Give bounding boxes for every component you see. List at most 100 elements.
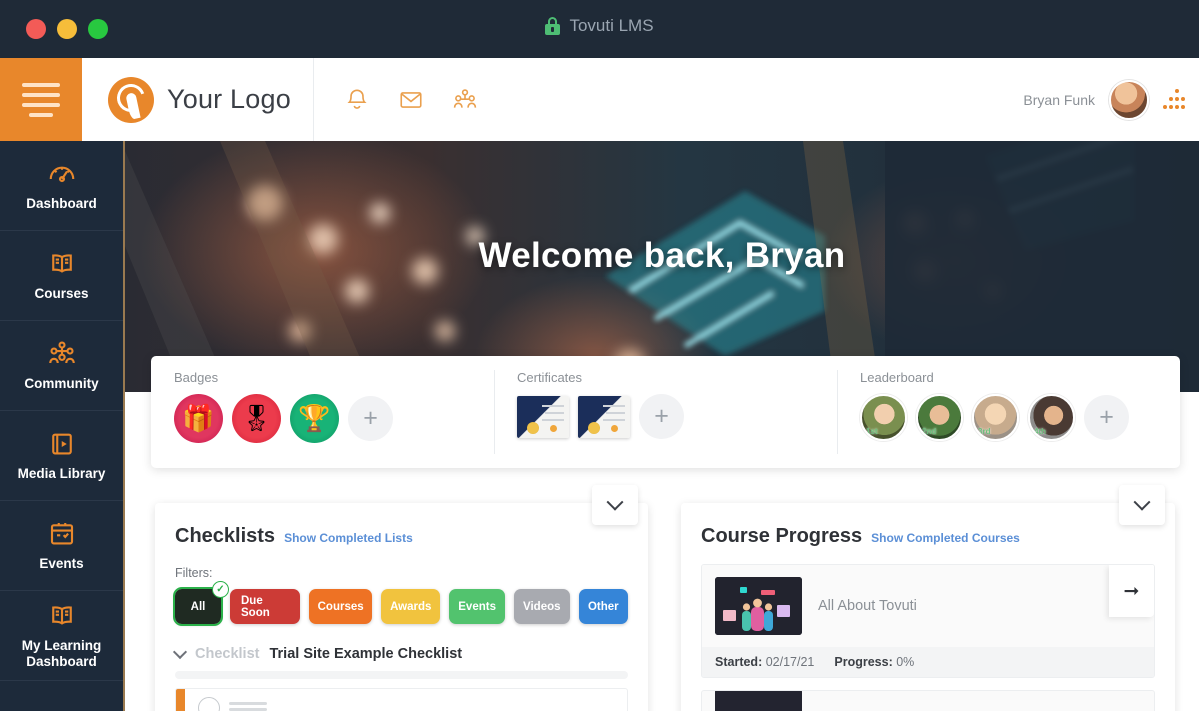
leaderboard-avatar-1[interactable]: 1st	[860, 394, 907, 441]
certificates-section: Certificates +	[494, 356, 837, 468]
app-window: Tovuti LMS Your Logo Bryan Funk Dashboar…	[0, 0, 1199, 711]
add-certificate-button[interactable]: +	[639, 394, 684, 439]
hero-banner: Welcome back, Bryan	[125, 141, 1199, 392]
course-meta: Started: 02/17/21 Progress: 0%	[702, 647, 1154, 677]
badges-title: Badges	[174, 370, 219, 385]
sidebar-item-label: Media Library	[17, 465, 106, 481]
sidebar-item-courses[interactable]: Courses	[0, 231, 123, 321]
course-progress-value: 0%	[896, 655, 915, 669]
leaderboard-avatar-3[interactable]: 3rd	[972, 394, 1019, 441]
sidebar-item-my-learning-dashboard[interactable]: My Learning Dashboard	[0, 591, 123, 681]
filter-chip-due-soon[interactable]: Due Soon	[230, 589, 301, 624]
brand-logo[interactable]: Your Logo	[82, 58, 314, 141]
filter-chip-label: Courses	[317, 600, 364, 613]
sidebar-item-dashboard[interactable]: Dashboard	[0, 141, 123, 231]
header-icon-group	[314, 58, 478, 141]
sidebar-item-label: My Learning Dashboard	[21, 637, 102, 669]
chevron-down-icon	[1133, 493, 1151, 511]
arrow-right-icon[interactable]: ➞	[1109, 565, 1154, 617]
chevron-down-icon[interactable]	[172, 644, 188, 660]
trophy-badge[interactable]: 🏆	[290, 394, 339, 443]
sidebar-item-community[interactable]: Community	[0, 321, 123, 411]
lock-icon	[545, 17, 561, 35]
leaderboard-section: Leaderboard 1st 2nd 3rd 4th +	[837, 356, 1180, 468]
community-people-icon	[47, 339, 77, 369]
course-progress-panel: Course Progress Show Completed Courses A…	[681, 485, 1175, 711]
checklists-header: Checklists Show Completed Lists	[175, 525, 628, 548]
certificate-thumbnail[interactable]	[517, 395, 569, 438]
brand-logo-icon	[108, 76, 154, 123]
task-color-bar	[176, 689, 185, 711]
checklist-row[interactable]: Checklist Trial Site Example Checklist	[172, 644, 628, 662]
certificate-thumbnail[interactable]	[578, 395, 630, 438]
dashboard-gauge-icon	[47, 159, 77, 189]
checklist-name: Trial Site Example Checklist	[269, 646, 463, 662]
course-started-label: Started:	[715, 655, 763, 669]
course-thumbnail	[715, 577, 802, 635]
medal-badge[interactable]: 🎖	[232, 394, 281, 443]
course-name: All About Tovuti	[818, 598, 917, 614]
browser-title: Tovuti LMS	[0, 16, 1199, 36]
task-checkbox-icon[interactable]	[198, 697, 220, 711]
task-placeholder-lines	[229, 702, 267, 711]
app-header: Your Logo Bryan Funk	[0, 58, 1199, 141]
sidebar-item-label: Community	[24, 375, 99, 391]
leaderboard-rank: 4th	[1034, 427, 1046, 436]
page-title: Checklists	[175, 525, 276, 547]
page-title: Course Progress	[701, 525, 863, 547]
add-badge-button[interactable]: +	[348, 396, 393, 441]
leaderboard-title: Leaderboard	[860, 370, 934, 385]
course-progress-collapse-button[interactable]	[1119, 485, 1165, 525]
checklist-task-item[interactable]	[175, 688, 628, 711]
leaderboard-avatar-4[interactable]: 4th	[1028, 394, 1075, 441]
course-progress-label: Progress:	[834, 655, 893, 669]
course-started-value: 02/17/21	[765, 655, 815, 669]
badges-section: Badges 🎁 🎖 🏆 +	[151, 356, 494, 468]
chevron-down-icon	[606, 493, 624, 511]
notifications-bell-icon[interactable]	[344, 87, 370, 113]
username-label: Bryan Funk	[1023, 91, 1095, 108]
groups-people-icon[interactable]	[452, 87, 478, 113]
course-thumbnail	[715, 691, 802, 711]
course-progress-header: Course Progress Show Completed Courses	[701, 525, 1155, 548]
checklists-collapse-button[interactable]	[592, 485, 638, 525]
checklist-filter-chips: All ✓ Due Soon Courses Awards Events Vid…	[173, 581, 628, 626]
filter-chip-label: Due Soon	[241, 594, 270, 619]
filter-chip-label: All	[190, 600, 206, 613]
filter-chip-label: Other	[587, 600, 619, 613]
hero-title: Welcome back, Bryan	[478, 236, 846, 275]
add-leaderboard-button[interactable]: +	[1084, 395, 1129, 440]
course-row[interactable]	[701, 690, 1155, 711]
sidebar-item-media-library[interactable]: Media Library	[0, 411, 123, 501]
sidebar-item-label: Courses	[34, 285, 89, 301]
filter-chip-all[interactable]: All ✓	[173, 581, 229, 626]
show-completed-lists-link[interactable]: Show Completed Lists	[284, 531, 413, 545]
apps-grid-icon[interactable]	[1163, 88, 1185, 111]
header-user-area: Bryan Funk	[1023, 58, 1199, 141]
calendar-check-icon	[47, 519, 77, 549]
gift-badge[interactable]: 🎁	[174, 394, 223, 443]
hamburger-menu-icon[interactable]	[0, 58, 82, 141]
filter-chip-awards[interactable]: Awards	[381, 589, 441, 624]
leaderboard-avatar-2[interactable]: 2nd	[916, 394, 963, 441]
filter-chip-label: Events	[458, 600, 496, 613]
filter-chip-label: Awards	[390, 600, 432, 613]
open-book-icon	[47, 601, 77, 631]
sidebar-item-label: Events	[39, 555, 84, 571]
open-book-icon	[47, 249, 77, 279]
filter-chip-other[interactable]: Other	[578, 589, 628, 624]
sidebar-item-events[interactable]: Events	[0, 501, 123, 591]
user-avatar[interactable]	[1109, 79, 1149, 120]
filter-chip-events[interactable]: Events	[449, 589, 505, 624]
leaderboard-rank: 1st	[866, 427, 878, 436]
filter-chip-courses[interactable]: Courses	[309, 589, 373, 624]
browser-title-text: Tovuti LMS	[569, 16, 654, 35]
course-row[interactable]: All About Tovuti Started: 02/17/21 Progr…	[701, 564, 1155, 678]
filters-label: Filters:	[175, 566, 213, 580]
leaderboard-rank: 2nd	[922, 427, 937, 436]
messages-envelope-icon[interactable]	[398, 87, 424, 113]
filter-chip-videos[interactable]: Videos	[513, 589, 570, 624]
checklists-panel: Checklists Show Completed Lists Filters:…	[155, 485, 648, 711]
logo-text: Your Logo	[167, 84, 291, 114]
show-completed-courses-link[interactable]: Show Completed Courses	[871, 531, 1020, 545]
